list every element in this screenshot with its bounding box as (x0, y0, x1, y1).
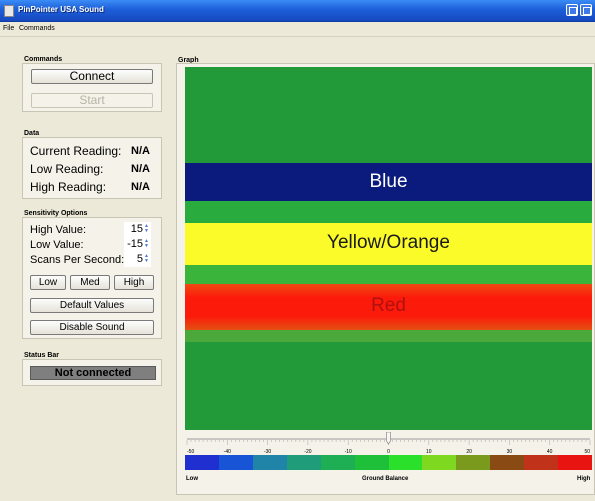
scale-color-block (218, 455, 254, 470)
band-red: Red (185, 284, 592, 330)
spinner-arrows-icon[interactable]: ▲ ▼ (144, 239, 150, 249)
scale-center-label: Ground Balance (362, 476, 409, 482)
low-value-label: Low Value: (30, 239, 84, 251)
axis-tick-label: 0 (387, 449, 390, 454)
status-group-title: Status Bar (24, 352, 60, 359)
high-value-number: 15 (130, 223, 143, 235)
high-reading-value: N/A (131, 181, 150, 193)
axis-tick-label: 20 (466, 449, 472, 454)
commands-group-title: Commands (24, 56, 63, 63)
preset-high-button[interactable]: High (114, 275, 154, 290)
scale-low-label: Low (186, 476, 198, 482)
menu-bar: File Commands (0, 23, 595, 37)
scale-color-block (422, 455, 457, 470)
sensitivity-group-title: Sensitivity Options (24, 210, 88, 217)
band-yellow: Yellow/Orange (185, 223, 592, 265)
data-group-title: Data (24, 130, 40, 137)
scale-color-block (320, 455, 356, 470)
band-green-strip (185, 265, 592, 284)
menu-commands[interactable]: Commands (19, 25, 55, 32)
status-text: Not connected (30, 366, 156, 380)
current-reading-value: N/A (131, 145, 150, 157)
high-value-spinner[interactable]: 15 ▲ ▼ (124, 222, 151, 237)
low-reading-value: N/A (131, 163, 150, 175)
default-values-button[interactable]: Default Values (30, 298, 154, 313)
scale-color-block (456, 455, 491, 470)
axis-tick-label: 10 (426, 449, 432, 454)
ground-balance-slider-thumb[interactable] (386, 432, 391, 445)
band-red-label: Red (371, 295, 406, 316)
scale-color-block (252, 455, 288, 470)
band-green-strip (185, 330, 592, 342)
title-bar: PinPointer USA Sound (0, 0, 595, 22)
axis-tick-label: -40 (224, 449, 231, 454)
menu-file[interactable]: File (3, 25, 14, 32)
axis-tick-label: 30 (507, 449, 513, 454)
current-reading-label: Current Reading: (30, 144, 122, 158)
close-button[interactable] (580, 4, 592, 16)
scale-color-block (354, 455, 389, 470)
disable-sound-button[interactable]: Disable Sound (30, 320, 154, 335)
scale-color-block (558, 455, 593, 470)
band-blue: Blue (185, 163, 592, 201)
window-title: PinPointer USA Sound (18, 5, 104, 14)
low-value-spinner[interactable]: -15 ▲ ▼ (124, 237, 151, 252)
scale-color-block (185, 455, 220, 470)
axis-tick-label: -10 (345, 449, 352, 454)
scale-color-block (524, 455, 559, 470)
high-reading-label: High Reading: (30, 180, 107, 194)
start-button[interactable]: Start (31, 93, 153, 108)
preset-med-button[interactable]: Med (70, 275, 110, 290)
restore-button[interactable] (566, 4, 578, 16)
axis-tick-label: -30 (264, 449, 271, 454)
band-yellow-label: Yellow/Orange (327, 232, 450, 253)
band-blue-label: Blue (369, 171, 408, 192)
axis-tick-label: 50 (584, 449, 590, 454)
ground-balance-axis[interactable]: -50 -40 -30 -20 -10 0 10 20 30 40 50 (185, 432, 592, 454)
scans-per-second-label: Scans Per Second: (30, 254, 125, 266)
high-value-label: High Value: (30, 224, 87, 236)
graph-plot: Blue Yellow/Orange Red (185, 67, 592, 430)
spinner-arrows-icon[interactable]: ▲ ▼ (144, 224, 150, 234)
axis-tick-label: -50 (187, 449, 194, 454)
scans-per-second-number: 5 (136, 253, 143, 265)
scale-color-block (286, 455, 322, 470)
scale-high-label: High (577, 476, 591, 482)
scale-color-block (490, 455, 525, 470)
scale-color-block (388, 455, 423, 470)
axis-tick-label: -20 (304, 449, 311, 454)
low-reading-label: Low Reading: (30, 162, 104, 176)
axis-tick-label: 40 (547, 449, 553, 454)
scans-per-second-spinner[interactable]: 5 ▲ ▼ (124, 252, 151, 267)
low-value-number: -15 (127, 238, 143, 250)
app-icon (4, 5, 14, 17)
band-green-strip (185, 201, 592, 223)
spinner-arrows-icon[interactable]: ▲ ▼ (144, 254, 150, 264)
preset-low-button[interactable]: Low (30, 275, 66, 290)
connect-button[interactable]: Connect (31, 69, 153, 84)
ground-balance-color-bar (185, 455, 593, 470)
